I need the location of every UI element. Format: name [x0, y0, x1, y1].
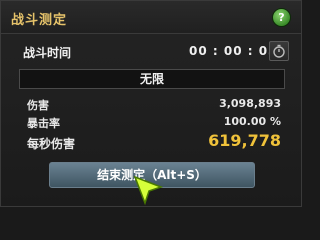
- dps-label: 每秒伤害: [27, 137, 76, 151]
- crit-rate-label: 暴击率: [27, 117, 60, 130]
- mouse-cursor-icon: [133, 175, 164, 206]
- damage-value: 3,098,893: [219, 97, 281, 110]
- help-button[interactable]: ?: [272, 8, 291, 27]
- stopwatch-icon: [273, 44, 285, 58]
- crit-rate-value: 100.00 %: [223, 115, 281, 128]
- combat-time-label: 战斗时间: [23, 46, 72, 60]
- combat-time-value: 00 : 00 : 05: [189, 44, 278, 58]
- dps-value: 619,778: [208, 131, 281, 150]
- window-title: 战斗测定: [11, 13, 68, 28]
- damage-label: 伤害: [27, 99, 49, 112]
- combat-measure-window: 战斗测定 ? 战斗时间 00 : 00 : 05 无限 伤害 3,098,893…: [0, 0, 302, 207]
- combat-time-row: 战斗时间 00 : 00 : 05: [11, 41, 291, 63]
- measure-mode-display: 无限: [19, 69, 285, 89]
- title-bar[interactable]: 战斗测定 ?: [1, 1, 301, 34]
- stats-panel: 伤害 3,098,893 暴击率 100.00 % 每秒伤害 619,778: [19, 95, 285, 159]
- stopwatch-button[interactable]: [269, 41, 289, 61]
